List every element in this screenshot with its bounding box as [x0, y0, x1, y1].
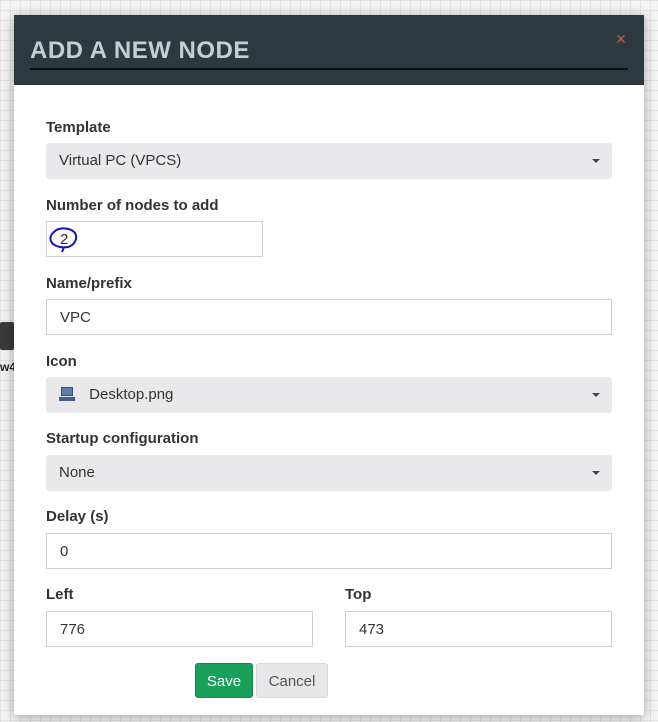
- left-value: 776: [60, 621, 86, 638]
- background-node-shape: [0, 322, 14, 350]
- startup-config-value: None: [59, 464, 95, 481]
- add-node-dialog: ADD A NEW NODE × Template Virtual PC (VP…: [14, 15, 644, 715]
- dialog-header: ADD A NEW NODE ×: [14, 15, 644, 85]
- startup-config-label: Startup configuration: [46, 430, 199, 447]
- top-input[interactable]: 473: [345, 611, 612, 647]
- startup-config-select[interactable]: None: [46, 455, 612, 491]
- name-prefix-value: VPC: [60, 309, 91, 326]
- icon-value: Desktop.png: [89, 386, 174, 403]
- delay-value: 0: [60, 543, 69, 560]
- delay-input[interactable]: 0: [46, 533, 612, 569]
- close-icon[interactable]: ×: [614, 30, 628, 48]
- chevron-down-icon: [592, 471, 600, 475]
- chevron-down-icon: [592, 159, 600, 163]
- desktop-pc-icon: [59, 387, 75, 401]
- nodes-count-label: Number of nodes to add: [46, 197, 219, 214]
- nodes-count-value: 2: [60, 231, 69, 248]
- dialog-title: ADD A NEW NODE: [30, 37, 250, 64]
- delay-label: Delay (s): [46, 508, 109, 525]
- top-label: Top: [345, 586, 372, 603]
- chevron-down-icon: [592, 393, 600, 397]
- name-prefix-label: Name/prefix: [46, 275, 132, 292]
- template-label: Template: [46, 119, 111, 136]
- template-value: Virtual PC (VPCS): [59, 152, 182, 169]
- icon-label: Icon: [46, 353, 77, 370]
- name-prefix-input[interactable]: VPC: [46, 299, 612, 335]
- left-input[interactable]: 776: [46, 611, 313, 647]
- top-value: 473: [359, 621, 385, 638]
- icon-select[interactable]: Desktop.png: [46, 377, 612, 413]
- title-underline: [30, 68, 628, 70]
- cancel-button[interactable]: Cancel: [256, 663, 328, 698]
- template-select[interactable]: Virtual PC (VPCS): [46, 143, 612, 179]
- save-button[interactable]: Save: [195, 663, 253, 698]
- left-label: Left: [46, 586, 74, 603]
- nodes-count-input[interactable]: 2: [46, 221, 263, 257]
